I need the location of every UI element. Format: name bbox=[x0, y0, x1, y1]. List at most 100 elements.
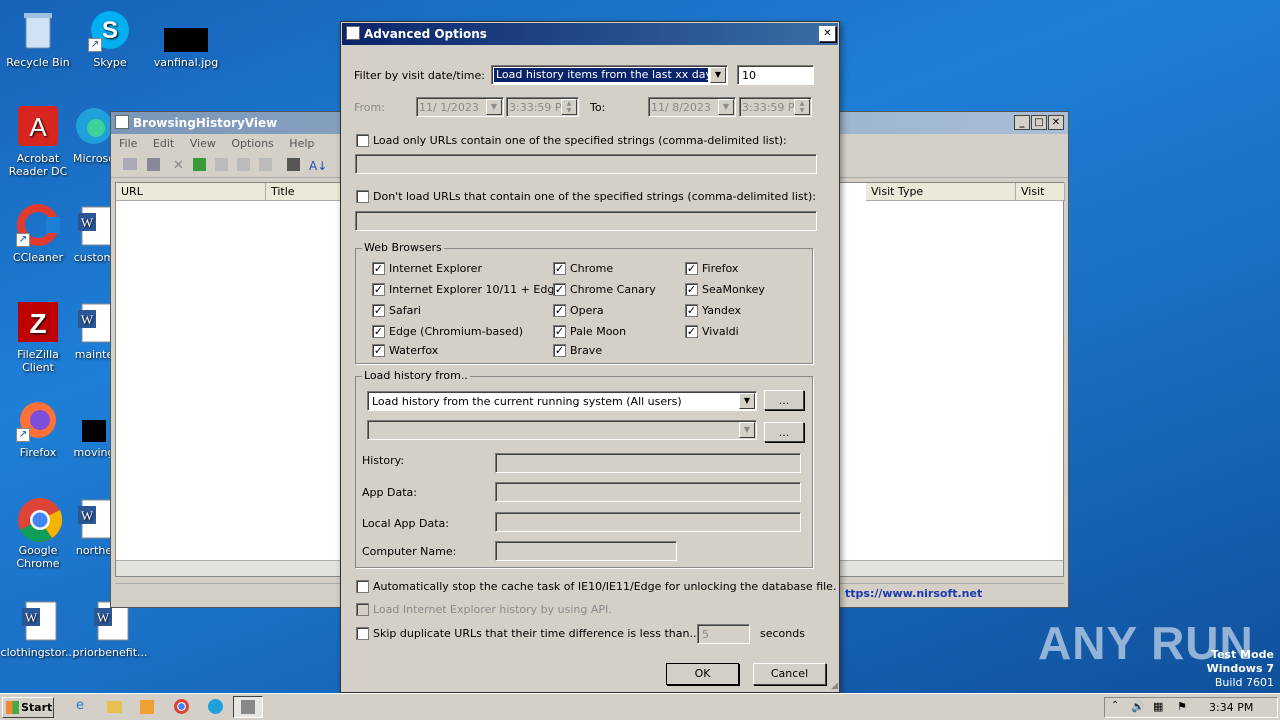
history-path-input[interactable] bbox=[495, 453, 801, 473]
minimize-button[interactable]: _ bbox=[1014, 115, 1030, 130]
browsinghistoryview-taskbar-icon[interactable] bbox=[233, 696, 263, 718]
secondary-source-select[interactable]: ▼ bbox=[367, 420, 757, 440]
ok-button[interactable]: OK bbox=[666, 663, 739, 685]
desktop-icon-clothingstor[interactable]: W clothingstor... bbox=[0, 598, 76, 659]
ie-api-checkbox[interactable] bbox=[356, 603, 369, 616]
load-only-checkbox[interactable] bbox=[356, 134, 369, 147]
ie-taskbar-icon[interactable]: e bbox=[70, 698, 90, 716]
close-button[interactable]: ✕ bbox=[1048, 115, 1064, 130]
menu-help[interactable]: Help bbox=[289, 137, 314, 150]
desktop-icon-recycle-bin[interactable]: Recycle Bin bbox=[0, 8, 76, 69]
app-data-input[interactable] bbox=[495, 482, 801, 502]
network-icon[interactable]: ▦ bbox=[1153, 700, 1163, 713]
from-date-picker[interactable]: 11/ 1/2023 ▼ bbox=[416, 97, 504, 117]
status-link[interactable]: ttps://www.nirsoft.net bbox=[845, 587, 982, 600]
browser-checkbox-firefox[interactable]: ✓ bbox=[685, 262, 698, 275]
menu-file[interactable]: File bbox=[119, 137, 137, 150]
chrome-icon bbox=[16, 496, 63, 542]
column-visit-duration[interactable]: Visit Dura bbox=[1016, 183, 1065, 201]
browse-button-2[interactable]: ... bbox=[764, 422, 804, 442]
skip-seconds-input[interactable]: 5 bbox=[697, 624, 750, 644]
column-title[interactable]: Title bbox=[266, 183, 346, 201]
chevron-down-icon[interactable]: ▼ bbox=[739, 422, 755, 438]
browser-checkbox-vivaldi[interactable]: ✓ bbox=[685, 325, 698, 338]
system-tray: ⌃ 🔊 ▦ ⚑ 3:34 PM bbox=[1104, 697, 1278, 718]
browser-checkbox-opera[interactable]: ✓ bbox=[553, 304, 566, 317]
chevron-down-icon[interactable]: ▼ bbox=[710, 67, 726, 83]
column-url[interactable]: URL bbox=[116, 183, 266, 201]
maximize-button[interactable]: □ bbox=[1031, 115, 1047, 130]
desktop-icon-vanfinal[interactable]: vanfinal.jpg bbox=[148, 8, 224, 69]
menu-options[interactable]: Options bbox=[231, 137, 273, 150]
resize-grip-icon[interactable]: ◢ bbox=[831, 681, 838, 691]
explorer-taskbar-icon[interactable] bbox=[104, 698, 124, 716]
desktop-icon-filezilla[interactable]: Z FileZilla Client bbox=[0, 300, 76, 374]
app-data-label: App Data: bbox=[362, 486, 417, 499]
browser-checkbox-brave[interactable]: ✓ bbox=[553, 344, 566, 357]
cancel-button[interactable]: Cancel bbox=[753, 663, 826, 685]
local-app-data-label: Local App Data: bbox=[362, 517, 449, 530]
chrome-taskbar-icon[interactable] bbox=[171, 698, 191, 716]
skip-duplicates-checkbox[interactable] bbox=[356, 627, 369, 640]
desktop-icon-firefox[interactable]: ↗ Firefox bbox=[0, 398, 76, 459]
dont-load-checkbox[interactable] bbox=[356, 190, 369, 203]
browser-checkbox-yandex[interactable]: ✓ bbox=[685, 304, 698, 317]
chevron-down-icon[interactable]: ▼ bbox=[718, 99, 734, 115]
desktop-icon-label: Microso bbox=[72, 152, 116, 165]
browser-checkbox-safari[interactable]: ✓ bbox=[372, 304, 385, 317]
desktop-icon-ccleaner[interactable]: ↗ CCleaner bbox=[0, 203, 76, 264]
browser-checkbox-seamonkey[interactable]: ✓ bbox=[685, 283, 698, 296]
browse-button-1[interactable]: ... bbox=[764, 390, 804, 410]
browser-checkbox-edge-chromium[interactable]: ✓ bbox=[372, 325, 385, 338]
action-center-flag-icon[interactable]: ⚑ bbox=[1177, 700, 1187, 713]
app-icon bbox=[115, 115, 129, 129]
desktop-icon-label: priorbenefit... bbox=[72, 646, 148, 659]
desktop-icon-chrome[interactable]: Google Chrome bbox=[0, 496, 76, 570]
browser-label-firefox: Firefox bbox=[702, 262, 739, 275]
spin-arrows-icon[interactable]: ▲ ▼ bbox=[561, 99, 577, 115]
dont-load-input[interactable] bbox=[355, 211, 817, 231]
chevron-down-icon[interactable]: ▼ bbox=[486, 99, 502, 115]
desktop-icon-skype[interactable]: S ↗ Skype bbox=[72, 8, 148, 69]
local-app-data-input[interactable] bbox=[495, 512, 801, 532]
menu-view[interactable]: View bbox=[190, 137, 216, 150]
load-only-input[interactable] bbox=[355, 154, 817, 174]
auto-stop-checkbox[interactable] bbox=[356, 580, 369, 593]
browser-label-edge-chromium: Edge (Chromium-based) bbox=[389, 325, 524, 338]
load-source-select[interactable]: Load history from the current running sy… bbox=[367, 391, 757, 411]
start-label: Start bbox=[21, 701, 53, 714]
from-date-value: 11/ 1/2023 bbox=[419, 101, 479, 114]
browser-checkbox-chrome[interactable]: ✓ bbox=[553, 262, 566, 275]
browser-checkbox-chrome-canary[interactable]: ✓ bbox=[553, 283, 566, 296]
browser-checkbox-waterfox[interactable]: ✓ bbox=[372, 344, 385, 357]
spin-arrows-icon[interactable]: ▲ ▼ bbox=[794, 99, 810, 115]
desktop-icon-acrobat[interactable]: A Acrobat Reader DC bbox=[0, 104, 76, 178]
volume-icon[interactable]: 🔊 bbox=[1131, 700, 1145, 713]
filter-select[interactable]: Load history items from the last xx days… bbox=[491, 65, 728, 85]
to-date-picker[interactable]: 11/ 8/2023 ▼ bbox=[648, 97, 736, 117]
close-icon: ✕ bbox=[823, 28, 832, 39]
clock[interactable]: 3:34 PM bbox=[1209, 701, 1253, 714]
test-mode-label: Test Mode bbox=[1211, 648, 1274, 661]
browser-checkbox-ie[interactable]: ✓ bbox=[372, 262, 385, 275]
media-player-taskbar-icon[interactable] bbox=[137, 698, 157, 716]
browser-label-ie: Internet Explorer bbox=[389, 262, 482, 275]
start-button[interactable]: Start bbox=[2, 697, 54, 718]
dialog-titlebar[interactable]: Advanced Options bbox=[342, 23, 838, 45]
browser-checkbox-ie-edge[interactable]: ✓ bbox=[372, 283, 385, 296]
column-visit-type[interactable]: Visit Type bbox=[866, 183, 1016, 201]
to-time-picker[interactable]: 3:33:59 PM ▲ ▼ bbox=[739, 97, 812, 117]
edge-taskbar-icon[interactable] bbox=[205, 698, 225, 716]
browser-checkbox-pale-moon[interactable]: ✓ bbox=[553, 325, 566, 338]
computer-name-input[interactable] bbox=[495, 541, 677, 561]
dialog-close-button[interactable]: ✕ bbox=[819, 26, 836, 42]
days-input[interactable]: 10 bbox=[737, 65, 814, 85]
toolbar-icons[interactable]: ✕ A↓ bbox=[111, 154, 341, 176]
browser-label-brave: Brave bbox=[570, 344, 603, 357]
from-time-picker[interactable]: 3:33:59 PM ▲ ▼ bbox=[506, 97, 579, 117]
chevron-down-icon[interactable]: ▼ bbox=[739, 393, 755, 409]
seconds-label: seconds bbox=[760, 627, 805, 640]
show-hidden-icons-icon[interactable]: ⌃ bbox=[1111, 700, 1119, 711]
menu-edit[interactable]: Edit bbox=[153, 137, 174, 150]
to-date-value: 11/ 8/2023 bbox=[651, 101, 711, 114]
